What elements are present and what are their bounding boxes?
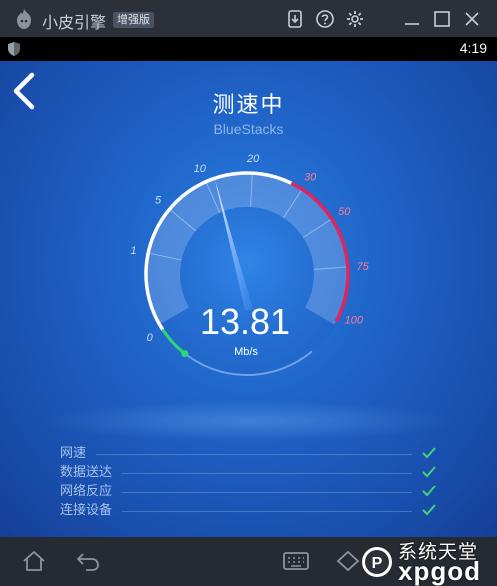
floor-glow <box>40 401 457 441</box>
checkmark-icon <box>422 485 436 497</box>
check-item: 连接设备 <box>60 502 440 521</box>
check-divider <box>122 511 412 512</box>
check-label: 网速 <box>60 446 87 461</box>
emulator-title-bar: 小皮引擎 增强版 <box>0 0 497 37</box>
download-icon[interactable] <box>285 9 305 29</box>
check-divider <box>122 492 412 493</box>
gauge-scale-label: 1 <box>130 245 136 257</box>
gauge-scale-label: 5 <box>155 194 162 206</box>
watermark-text-en: xpgod <box>398 556 481 586</box>
shield-icon <box>8 42 20 56</box>
keyboard-icon[interactable] <box>283 549 309 573</box>
check-label: 数据送达 <box>60 465 113 480</box>
check-divider <box>96 454 412 455</box>
back-arrow-icon[interactable] <box>75 549 101 573</box>
minimize-icon[interactable] <box>402 9 422 29</box>
close-icon[interactable] <box>462 9 482 29</box>
gauge-scale-label: 75 <box>357 261 370 273</box>
test-checklist: 网速 数据送达 网络反应 连接设备 <box>60 445 440 521</box>
watermark-logo-icon: P <box>362 547 392 577</box>
gauge-scale-label: 50 <box>338 206 351 218</box>
gauge-scale-label: 10 <box>194 163 207 175</box>
check-label: 网络反应 <box>60 484 113 499</box>
help-icon[interactable] <box>315 9 335 29</box>
check-label: 连接设备 <box>60 503 113 518</box>
speed-value: 13.81 <box>199 301 291 342</box>
check-item: 数据送达 <box>60 464 440 483</box>
gauge-scale-label: 20 <box>246 153 260 165</box>
checkmark-icon <box>422 504 436 516</box>
check-item: 网速 <box>60 445 440 464</box>
rotate-icon[interactable] <box>335 549 361 573</box>
speed-unit: Mb/s <box>234 346 258 358</box>
app-logo-icon <box>17 9 31 29</box>
maximize-icon[interactable] <box>432 9 452 29</box>
check-divider <box>122 473 412 474</box>
gauge-start-dot <box>181 350 189 358</box>
gauge-scale-label: 30 <box>304 172 317 184</box>
speed-test-screen: 测速中 BlueStacks 0151020305075100 <box>0 61 497 537</box>
android-status-bar: 4:19 <box>0 37 497 61</box>
check-item: 网络反应 <box>60 483 440 502</box>
app-name: 小皮引擎 <box>42 13 107 32</box>
svg-text:P: P <box>372 555 383 572</box>
home-icon[interactable] <box>21 549 47 573</box>
edition-badge: 增强版 <box>113 12 154 28</box>
checkmark-icon <box>422 447 436 459</box>
checkmark-icon <box>422 466 436 478</box>
settings-gear-icon[interactable] <box>345 9 365 29</box>
gauge-scale-label: 100 <box>345 314 364 326</box>
status-time: 4:19 <box>459 40 487 56</box>
